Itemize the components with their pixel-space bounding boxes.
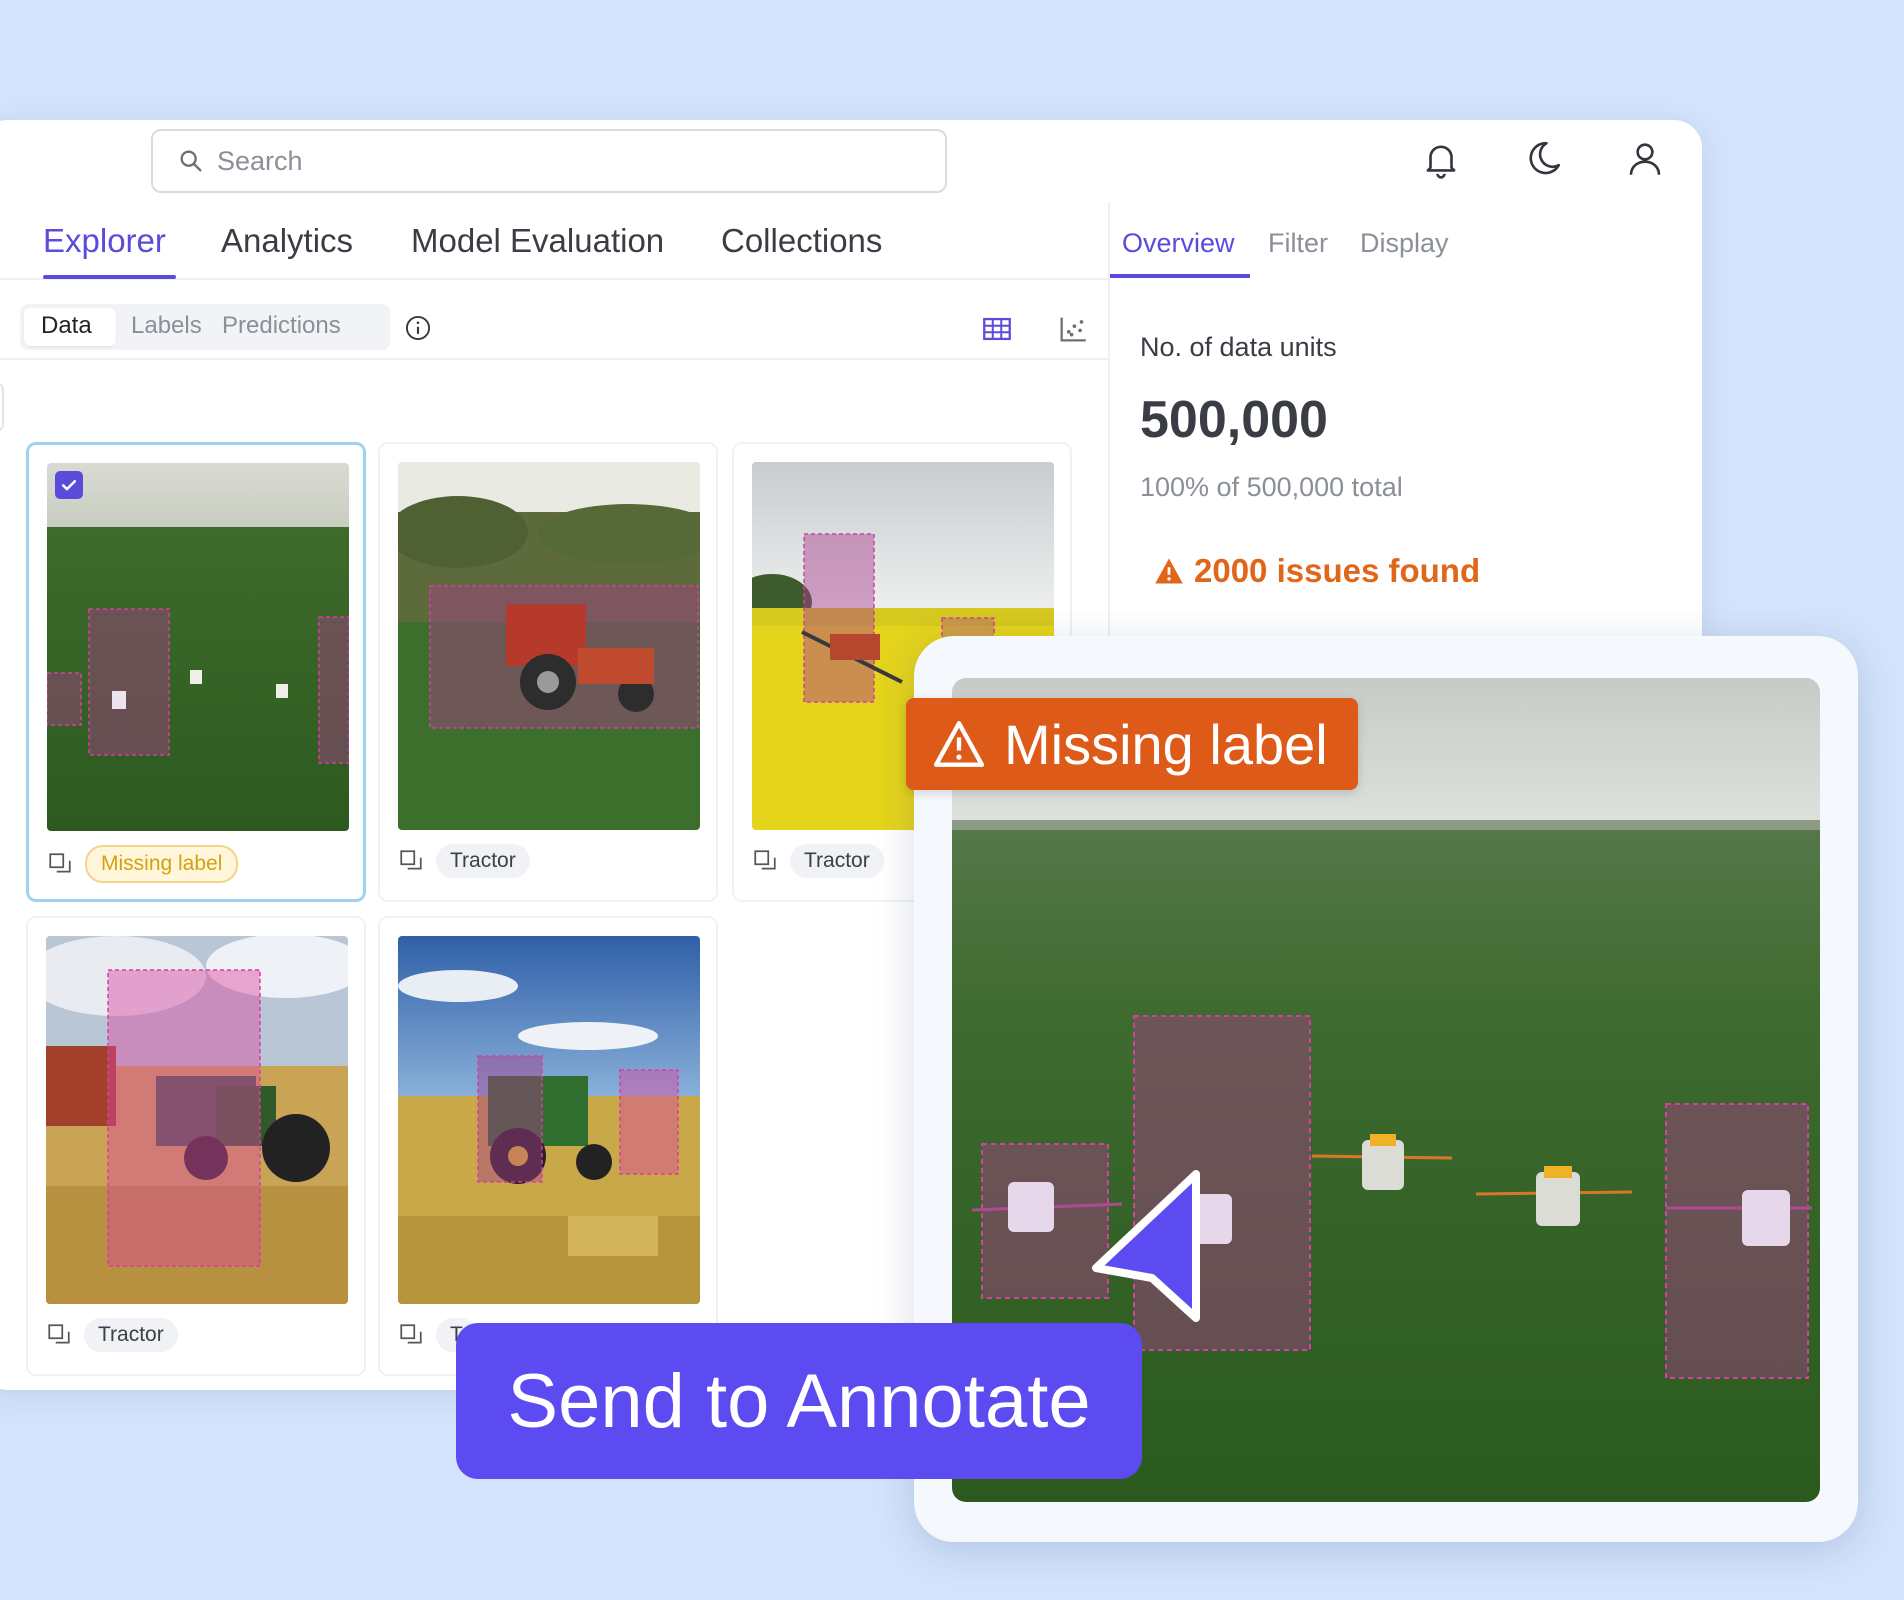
warning-icon <box>1155 558 1183 584</box>
data-card[interactable]: Missing label <box>26 442 366 902</box>
grid-view-icon[interactable] <box>980 312 1014 346</box>
search-icon <box>180 150 202 172</box>
data-units-label: No. of data units <box>1140 332 1337 362</box>
moon-icon[interactable] <box>1522 138 1564 180</box>
layers-icon <box>400 1324 422 1344</box>
data-card[interactable]: Tractor <box>26 916 366 1376</box>
layers-icon <box>400 850 422 870</box>
select-checkbox[interactable] <box>55 471 83 499</box>
search-input[interactable] <box>217 145 917 177</box>
data-card[interactable]: Tractor <box>378 442 718 902</box>
scatter-view-icon[interactable] <box>1056 312 1090 346</box>
label-tag: Tractor <box>436 844 530 878</box>
layers-icon <box>49 853 71 873</box>
search-bar[interactable] <box>151 129 947 193</box>
tab-explorer[interactable]: Explorer <box>43 222 166 260</box>
issues-text: 2000 issues found <box>1194 552 1481 589</box>
label-tag: Tractor <box>84 1318 178 1352</box>
info-icon[interactable] <box>404 314 432 342</box>
data-units-total: 100% of 500,000 total <box>1140 472 1403 502</box>
segment-data[interactable]: Data <box>41 312 92 340</box>
tab-filter[interactable]: Filter <box>1268 228 1328 259</box>
tab-display[interactable]: Display <box>1360 228 1449 259</box>
data-units-value: 500,000 <box>1140 391 1328 449</box>
data-card[interactable]: T <box>378 916 718 1376</box>
thumbnail-image <box>398 936 700 1304</box>
layers-icon <box>48 1324 70 1344</box>
warning-icon <box>933 721 985 767</box>
data-type-switcher: Data Labels Predictions <box>20 304 390 350</box>
tab-analytics[interactable]: Analytics <box>221 222 353 260</box>
segment-labels[interactable]: Labels <box>131 312 202 340</box>
check-icon <box>61 480 77 491</box>
tab-overview[interactable]: Overview <box>1122 228 1235 259</box>
missing-label-banner: Missing label <box>906 698 1358 790</box>
label-tag: Tractor <box>790 844 884 878</box>
missing-label-text: Missing label <box>1004 712 1328 776</box>
thumbnail-image <box>46 936 348 1304</box>
tab-model-evaluation[interactable]: Model Evaluation <box>411 222 664 260</box>
thumbnail-image <box>47 463 349 831</box>
tab-collections[interactable]: Collections <box>721 222 882 260</box>
layers-icon <box>754 850 776 870</box>
segment-predictions[interactable]: Predictions <box>222 312 341 340</box>
filter-input-stub[interactable] <box>0 382 4 432</box>
thumbnail-image <box>398 462 700 830</box>
data-toolbar: Data Labels Predictions <box>0 282 1108 360</box>
main-tabs: Explorer Analytics Model Evaluation Coll… <box>0 202 1108 280</box>
cursor-pointer-icon <box>1092 1170 1200 1322</box>
active-panel-tab-indicator <box>1110 274 1250 278</box>
issues-summary[interactable]: 2000 issues found <box>1154 552 1480 590</box>
label-tag: Missing label <box>85 845 239 883</box>
send-to-annotate-button[interactable]: Send to Annotate <box>456 1323 1142 1479</box>
user-icon[interactable] <box>1624 138 1666 180</box>
bell-icon[interactable] <box>1420 138 1462 180</box>
active-tab-indicator <box>43 275 176 279</box>
